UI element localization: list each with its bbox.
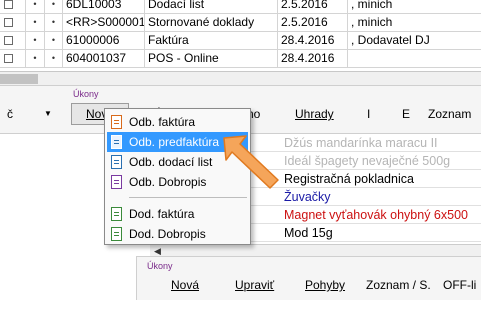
row-bullet: • <box>26 0 45 14</box>
menu-item-odb-faktura[interactable]: Odb. faktúra <box>107 112 248 132</box>
item-name: Mod 15g <box>284 226 333 240</box>
footer-area <box>136 300 481 320</box>
credit-note-icon <box>111 175 122 189</box>
doc-partner: , minich <box>351 0 393 11</box>
row-bullet: • <box>26 32 45 50</box>
row-bullet: • <box>26 50 45 68</box>
list-button[interactable]: Zoznam / S. <box>366 276 431 294</box>
payments-button-label: Uhrady <box>295 107 334 121</box>
delivery-note-icon <box>111 155 122 169</box>
proforma-icon <box>111 135 122 149</box>
export-button[interactable]: E <box>402 103 410 125</box>
menu-item-label: Dod. Dobropis <box>129 227 206 241</box>
doc-type: Faktúra <box>145 32 278 50</box>
offline-button[interactable]: OFF-li <box>443 276 476 294</box>
table-row[interactable]: • • 6DL10003 Dodací list 2.5.2016 , mini… <box>0 0 481 14</box>
doc-type: Stornované doklady <box>145 14 278 32</box>
ribbon-group-label: Úkony <box>73 89 99 99</box>
menu-item-dod-faktura[interactable]: Dod. faktúra <box>107 204 248 224</box>
doc-partner: , minich <box>351 15 393 29</box>
doc-number: 6DL10003 <box>63 0 145 14</box>
item-name: Džús mandarínka maracu II <box>284 136 438 150</box>
menu-item-dod-dobropis[interactable]: Dod. Dobropis <box>107 224 248 244</box>
doc-number: 604001037 <box>63 50 145 68</box>
menu-item-label: Odb. dodací list <box>129 155 213 169</box>
row-bullet: • <box>45 14 63 32</box>
row-bullet: • <box>26 14 45 32</box>
doc-partner <box>348 50 481 68</box>
doc-type: Dodací list <box>145 0 278 14</box>
supplier-invoice-icon <box>111 207 122 221</box>
doc-number: <RR>S000001 <box>63 14 145 32</box>
item-name: Žuvačky <box>284 190 331 204</box>
menu-item-label: Dod. faktúra <box>129 207 195 221</box>
row-checkbox[interactable] <box>0 50 26 68</box>
edit-button[interactable]: Upraviť <box>235 276 274 294</box>
edit-button-label: Upraviť <box>235 278 275 292</box>
ribbon-group-label: Úkony <box>147 261 173 271</box>
new-button[interactable]: Nová <box>171 276 199 294</box>
doc-date: 2.5.2016 <box>278 14 348 32</box>
table-row[interactable]: • • 604001037 POS - Online 28.4.2016 <box>0 50 481 68</box>
row-checkbox[interactable] <box>0 0 26 14</box>
doc-date: 2.5.2016 <box>278 0 348 14</box>
row-checkbox[interactable] <box>0 32 26 50</box>
movements-button-label: Pohyby <box>305 278 346 292</box>
doc-date: 28.4.2016 <box>278 32 348 50</box>
table-row[interactable]: • • <RR>S000001 Stornované doklady 2.5.2… <box>0 14 481 32</box>
import-button[interactable]: I <box>367 103 370 125</box>
menu-item-label: Odb. predfaktúra <box>129 135 220 149</box>
menu-item-label: Odb. faktúra <box>129 115 196 129</box>
callout-arrow-icon <box>223 135 279 189</box>
item-name: Ideál špagety nevaječné 500g <box>284 154 451 168</box>
scrollbar-thumb[interactable] <box>0 74 38 84</box>
row-bullet: • <box>45 0 63 14</box>
item-name: Magnet vyťahovák ohybný 6x500 <box>284 208 468 222</box>
documents-table: • • 6DL10003 Dodací list 2.5.2016 , mini… <box>0 0 481 72</box>
horizontal-scrollbar[interactable] <box>0 72 481 86</box>
ribbon-partial-button[interactable]: č <box>7 103 13 125</box>
invoice-icon <box>111 115 122 129</box>
list-button[interactable]: Zoznam <box>428 103 471 125</box>
lower-ribbon-toolbar: Úkony Nová Upraviť Pohyby Zoznam / S. OF… <box>136 256 481 300</box>
chevron-down-icon[interactable]: ▼ <box>44 103 52 125</box>
row-bullet: • <box>45 32 63 50</box>
menu-item-label: Odb. Dobropis <box>129 175 207 189</box>
row-checkbox[interactable] <box>0 14 26 32</box>
table-row[interactable]: • • 61000006 Faktúra 28.4.2016 , Dodavat… <box>0 32 481 50</box>
lower-horizontal-scrollbar[interactable]: ◀ <box>150 244 481 256</box>
doc-type: POS - Online <box>145 50 278 68</box>
row-bullet: • <box>45 50 63 68</box>
movements-button[interactable]: Pohyby <box>305 276 345 294</box>
doc-number: 61000006 <box>63 32 145 50</box>
new-button-label: Nová <box>171 278 200 292</box>
payments-button[interactable]: Uhrady <box>295 103 334 125</box>
item-name: Registračná pokladnica <box>284 172 414 186</box>
doc-date: 28.4.2016 <box>278 50 348 68</box>
menu-separator <box>129 197 247 198</box>
supplier-credit-note-icon <box>111 227 122 241</box>
doc-partner: , Dodavatel DJ <box>351 33 430 47</box>
